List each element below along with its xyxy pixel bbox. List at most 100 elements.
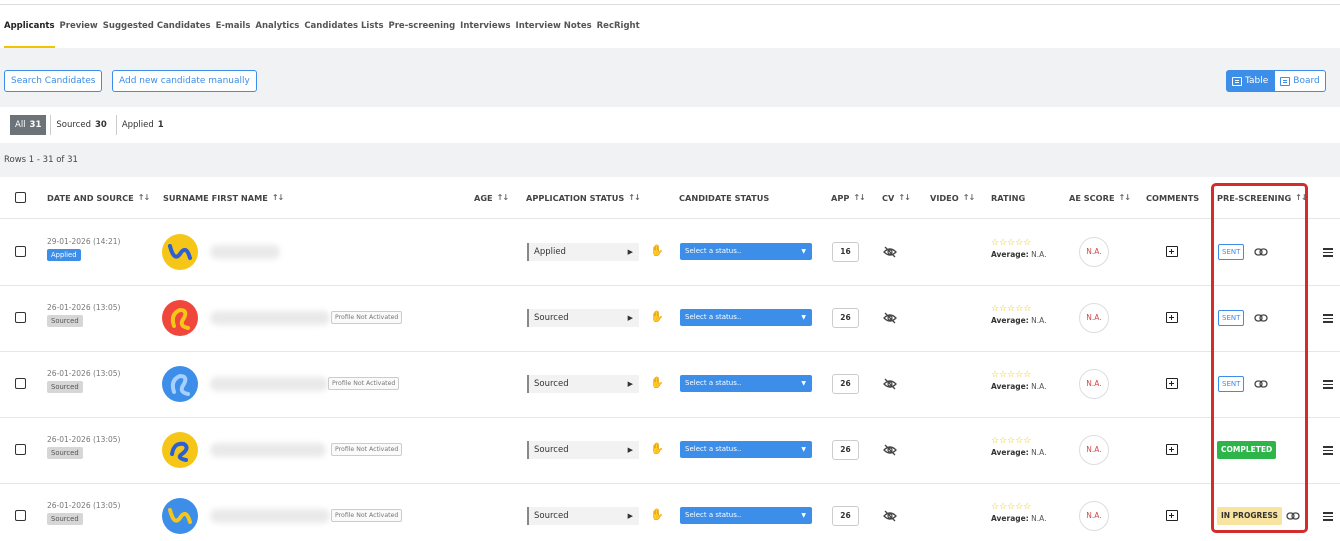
candidate-name-redacted[interactable] bbox=[210, 245, 280, 259]
avatar[interactable] bbox=[162, 366, 198, 402]
avatar[interactable] bbox=[162, 234, 198, 270]
row-checkbox[interactable] bbox=[15, 378, 26, 389]
app-count[interactable]: 16 bbox=[832, 242, 859, 262]
eye-slash-icon[interactable] bbox=[883, 378, 897, 390]
avatar[interactable] bbox=[162, 432, 198, 468]
tab-interview-notes[interactable]: Interview Notes bbox=[516, 5, 592, 48]
hand-pointer-icon[interactable]: ✋ bbox=[650, 310, 664, 323]
hand-pointer-icon[interactable]: ✋ bbox=[650, 244, 664, 257]
link-icon[interactable] bbox=[1286, 511, 1300, 521]
tab-candidates-lists[interactable]: Candidates Lists bbox=[304, 5, 383, 48]
hand-pointer-icon[interactable]: ✋ bbox=[650, 376, 664, 389]
date-text: 26-01-2026 (13:05) bbox=[47, 303, 121, 312]
table-icon bbox=[1232, 76, 1242, 86]
average-label: Average: bbox=[991, 448, 1029, 457]
row-checkbox[interactable] bbox=[15, 444, 26, 455]
application-status-select[interactable]: Sourced ▶ bbox=[527, 375, 639, 393]
filter-applied[interactable]: Applied 1 bbox=[115, 115, 169, 135]
rating-stars[interactable]: ☆☆☆☆☆ bbox=[991, 436, 1031, 446]
header-app[interactable]: APP ↑↓ bbox=[831, 177, 866, 218]
profile-status-badge: Profile Not Activated bbox=[328, 377, 400, 390]
candidate-status-select[interactable]: Select a status.. ▼ bbox=[680, 507, 812, 524]
candidate-status-select[interactable]: Select a status.. ▼ bbox=[680, 309, 812, 326]
link-icon[interactable] bbox=[1254, 313, 1268, 323]
filter-sourced[interactable]: Sourced 30 bbox=[50, 115, 111, 135]
app-count[interactable]: 26 bbox=[832, 374, 859, 394]
row-checkbox[interactable] bbox=[15, 312, 26, 323]
candidate-status-select[interactable]: Select a status.. ▼ bbox=[680, 441, 812, 458]
rating-stars[interactable]: ☆☆☆☆☆ bbox=[991, 370, 1031, 380]
header-age[interactable]: AGE ↑↓ bbox=[474, 177, 509, 218]
header-date[interactable]: DATE AND SOURCE ↑↓ bbox=[47, 177, 150, 218]
tab-applicants[interactable]: Applicants bbox=[4, 5, 55, 48]
row-menu-icon[interactable] bbox=[1323, 248, 1333, 257]
header-cv[interactable]: CV ↑↓ bbox=[882, 177, 911, 218]
header-pre-screening[interactable]: PRE-SCREENING ↑↓ bbox=[1217, 177, 1308, 218]
add-comment-icon[interactable] bbox=[1166, 378, 1178, 389]
add-comment-icon[interactable] bbox=[1166, 510, 1178, 521]
filter-all[interactable]: All 31 bbox=[10, 115, 47, 135]
add-comment-icon[interactable] bbox=[1166, 444, 1178, 455]
eye-slash-icon[interactable] bbox=[883, 444, 897, 456]
avatar[interactable] bbox=[162, 300, 198, 336]
header-ae-score[interactable]: AE SCORE ↑↓ bbox=[1069, 177, 1131, 218]
candidate-status-value: Select a status.. bbox=[685, 445, 742, 453]
application-status-value: Sourced bbox=[534, 379, 569, 389]
candidate-status-select[interactable]: Select a status.. ▼ bbox=[680, 375, 812, 392]
board-icon bbox=[1280, 76, 1291, 86]
candidate-name-redacted[interactable] bbox=[210, 443, 326, 457]
app-count[interactable]: 26 bbox=[832, 440, 859, 460]
application-status-select[interactable]: Sourced ▶ bbox=[527, 507, 639, 525]
tab-analytics[interactable]: Analytics bbox=[255, 5, 299, 48]
ae-score-circle: N.A. bbox=[1079, 501, 1109, 531]
application-status-select[interactable]: Applied ▶ bbox=[527, 243, 639, 261]
candidate-status-value: Select a status.. bbox=[685, 247, 742, 255]
avatar[interactable] bbox=[162, 498, 198, 534]
header-label: DATE AND SOURCE bbox=[47, 192, 134, 203]
tab-suggested-candidates[interactable]: Suggested Candidates bbox=[103, 5, 211, 48]
rating-stars[interactable]: ☆☆☆☆☆ bbox=[991, 238, 1031, 248]
app-count[interactable]: 26 bbox=[832, 308, 859, 328]
hand-pointer-icon[interactable]: ✋ bbox=[650, 508, 664, 521]
row-menu-icon[interactable] bbox=[1323, 512, 1333, 521]
tab-pre-screening[interactable]: Pre-screening bbox=[389, 5, 456, 48]
app-count[interactable]: 26 bbox=[832, 506, 859, 526]
add-comment-icon[interactable] bbox=[1166, 312, 1178, 323]
eye-slash-icon[interactable] bbox=[883, 246, 897, 258]
header-name[interactable]: SURNAME FIRST NAME ↑↓ bbox=[163, 177, 284, 218]
application-status-select[interactable]: Sourced ▶ bbox=[527, 309, 639, 327]
candidate-name-redacted[interactable] bbox=[210, 311, 330, 325]
search-candidates-button[interactable]: Search Candidates bbox=[4, 70, 103, 92]
date-text: 26-01-2026 (13:05) bbox=[47, 435, 121, 444]
candidate-name-redacted[interactable] bbox=[210, 377, 328, 391]
header-video[interactable]: VIDEO ↑↓ bbox=[930, 177, 975, 218]
select-all-checkbox[interactable] bbox=[15, 192, 26, 203]
hand-pointer-icon[interactable]: ✋ bbox=[650, 442, 664, 455]
tab-recright[interactable]: RecRight bbox=[597, 5, 640, 48]
row-menu-icon[interactable] bbox=[1323, 380, 1333, 389]
row-menu-icon[interactable] bbox=[1323, 446, 1333, 455]
table-view-button[interactable]: Table bbox=[1226, 70, 1275, 92]
header-application-status[interactable]: APPLICATION STATUS ↑↓ bbox=[526, 177, 641, 218]
rating-stars[interactable]: ☆☆☆☆☆ bbox=[991, 304, 1031, 314]
eye-slash-icon[interactable] bbox=[883, 510, 897, 522]
tab-emails[interactable]: E-mails bbox=[216, 5, 251, 48]
header-candidate-status: CANDIDATE STATUS bbox=[679, 177, 769, 218]
candidate-status-select[interactable]: Select a status.. ▼ bbox=[680, 243, 812, 260]
header-label: APP bbox=[831, 192, 850, 203]
link-icon[interactable] bbox=[1254, 379, 1268, 389]
tab-interviews[interactable]: Interviews bbox=[460, 5, 510, 48]
application-status-select[interactable]: Sourced ▶ bbox=[527, 441, 639, 459]
row-menu-icon[interactable] bbox=[1323, 314, 1333, 323]
rating-stars[interactable]: ☆☆☆☆☆ bbox=[991, 502, 1031, 512]
date-source-cell: 26-01-2026 (13:05) Sourced bbox=[47, 435, 120, 459]
eye-slash-icon[interactable] bbox=[883, 312, 897, 324]
board-view-button[interactable]: Board bbox=[1274, 70, 1326, 92]
add-candidate-button[interactable]: Add new candidate manually bbox=[112, 70, 257, 92]
add-comment-icon[interactable] bbox=[1166, 246, 1178, 257]
link-icon[interactable] bbox=[1254, 247, 1268, 257]
tab-preview[interactable]: Preview bbox=[60, 5, 98, 48]
row-checkbox[interactable] bbox=[15, 510, 26, 521]
row-checkbox[interactable] bbox=[15, 246, 26, 257]
candidate-name-redacted[interactable] bbox=[210, 509, 330, 523]
